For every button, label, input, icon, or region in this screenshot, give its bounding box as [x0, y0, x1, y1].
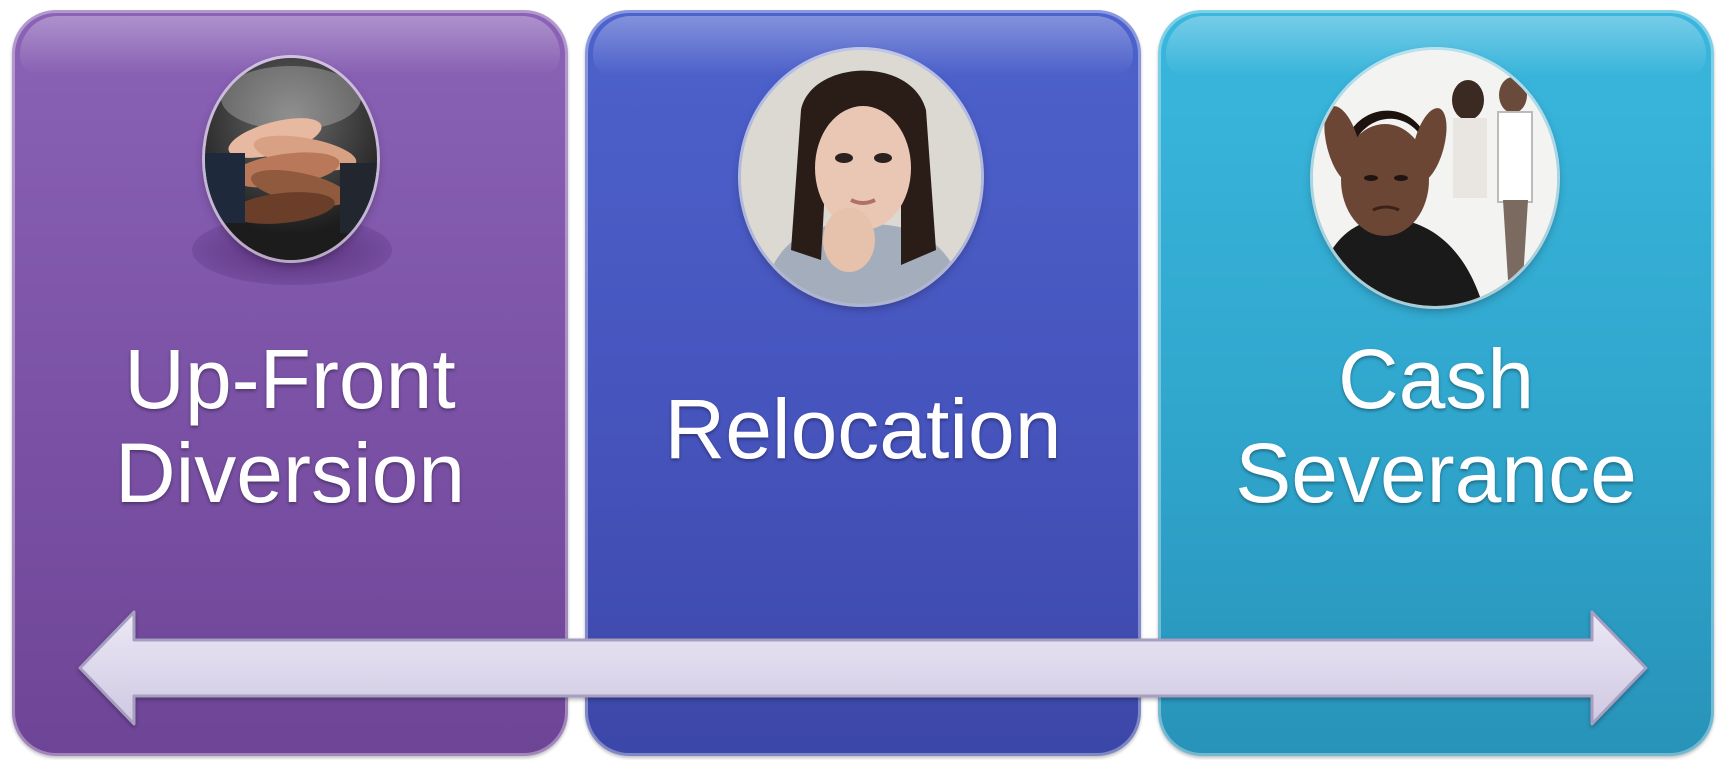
- panel-title: Up-Front Diversion: [12, 332, 568, 520]
- worried-woman-photo: [741, 50, 981, 304]
- panel-relocation: Relocation: [585, 10, 1141, 756]
- panel-up-front-diversion: Up-Front Diversion: [12, 10, 568, 756]
- distressed-woman-photo: [1313, 50, 1557, 306]
- panel-title-line-1: Relocation: [664, 382, 1062, 476]
- panel-title-line-2: Severance: [1235, 426, 1637, 520]
- panel-title-line-2: Diversion: [114, 426, 466, 520]
- panel-title: Relocation: [585, 382, 1141, 476]
- worried-woman-icon: [741, 50, 981, 304]
- panel-title: Cash Severance: [1158, 332, 1714, 520]
- panel-title-line-1: Up-Front: [124, 332, 456, 426]
- panel-cash-severance: Cash Severance: [1158, 10, 1714, 756]
- distressed-woman-icon: [1313, 50, 1557, 306]
- stacked-hands-photo: [205, 58, 377, 260]
- stacked-hands-icon: [205, 66, 377, 233]
- panel-title-line-1: Cash: [1337, 332, 1535, 426]
